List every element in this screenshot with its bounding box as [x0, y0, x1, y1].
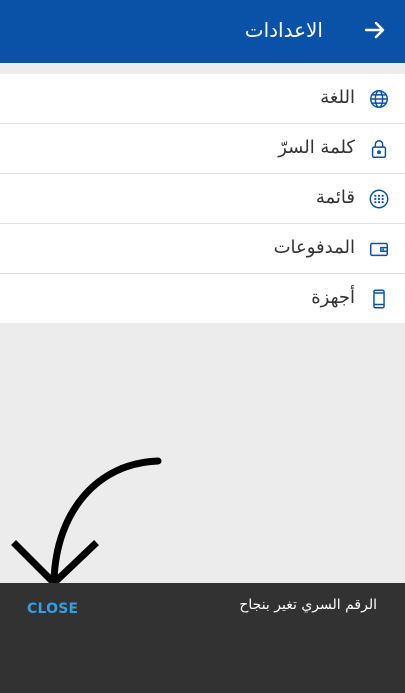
settings-item-payments[interactable]: المدفوعات: [0, 224, 405, 274]
wallet-icon: [370, 242, 388, 257]
settings-item-devices[interactable]: أجهزة: [0, 274, 405, 323]
settings-item-label: أجهزة: [311, 287, 355, 308]
settings-item-label: اللغة: [320, 87, 355, 108]
globe-icon: [370, 90, 388, 108]
close-button[interactable]: CLOSE: [27, 601, 78, 617]
settings-item-password[interactable]: كلمة السرّ: [0, 124, 405, 174]
settings-item-label: المدفوعات: [273, 237, 355, 258]
app-bar: الاعدادات: [0, 0, 405, 63]
snackbar-message: الرقم السري تغير بنجاح: [239, 597, 377, 613]
settings-item-label: كلمة السرّ: [278, 137, 355, 158]
settings-list: اللغة كلمة السرّ قائمة المدفوعات أجهزة: [0, 74, 405, 323]
grid-dots-icon: [369, 189, 389, 209]
settings-item-language[interactable]: اللغة: [0, 74, 405, 124]
settings-item-label: قائمة: [315, 187, 355, 208]
settings-item-menu[interactable]: قائمة: [0, 174, 405, 224]
phone-icon: [373, 289, 385, 309]
snackbar: الرقم السري تغير بنجاح CLOSE: [0, 583, 405, 693]
lock-icon: [371, 140, 387, 158]
page-title: الاعدادات: [244, 18, 323, 42]
curved-arrow-icon: [11, 457, 162, 588]
arrow-right-icon[interactable]: [363, 18, 387, 42]
